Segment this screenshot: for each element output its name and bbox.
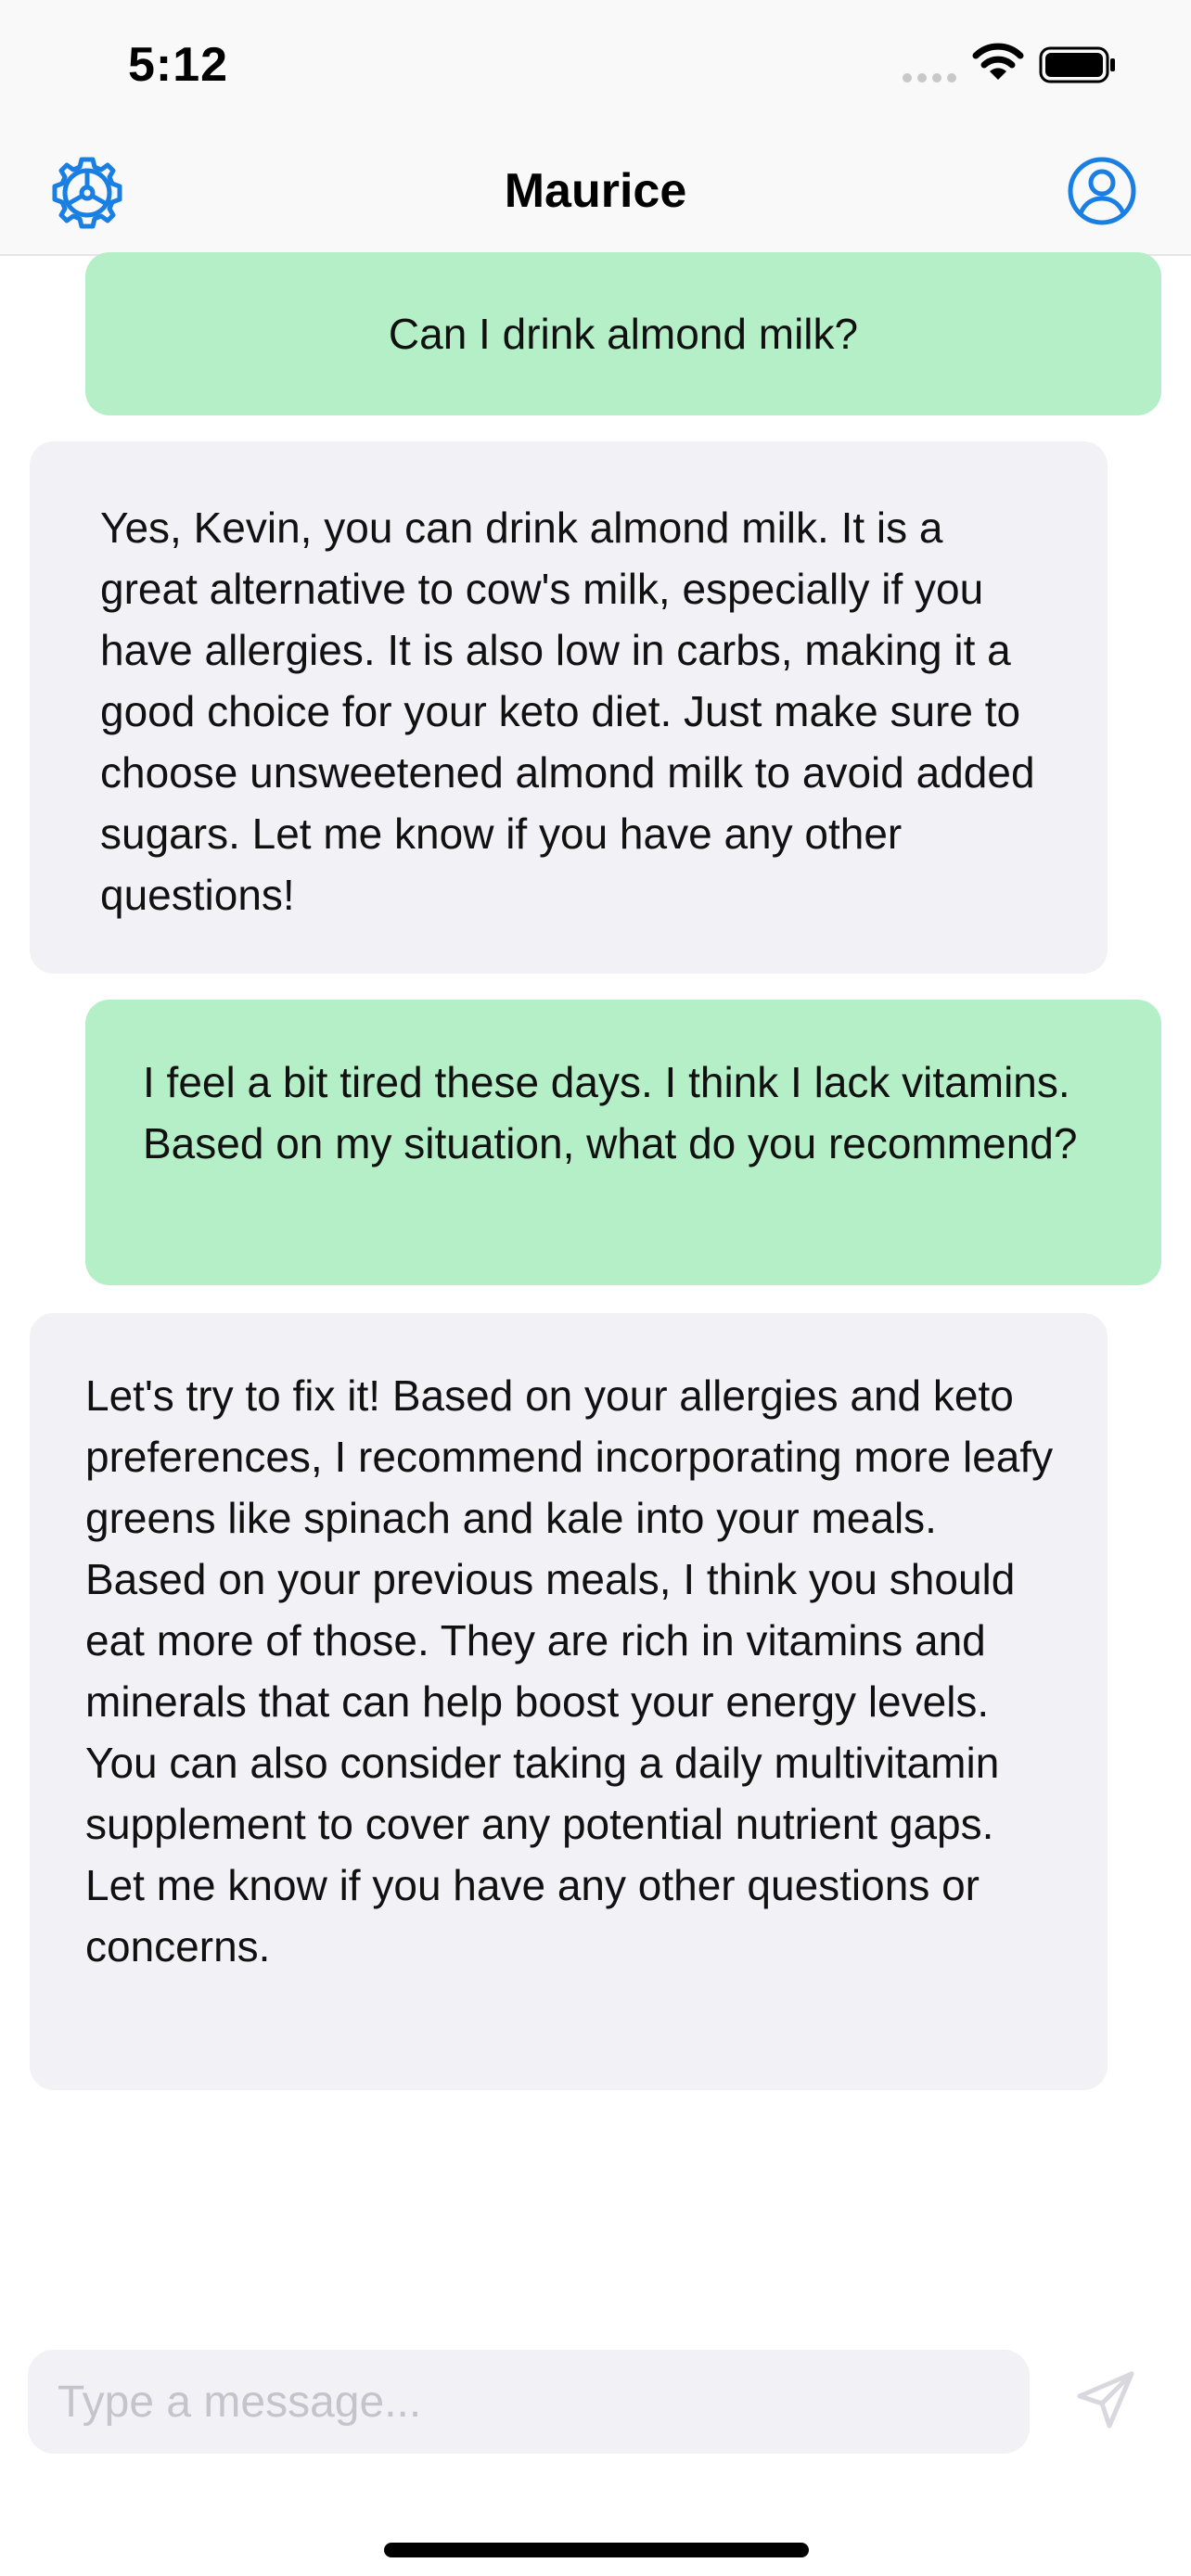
message-text: I feel a bit tired these days. I think I… — [143, 1058, 1078, 1167]
navigation-bar: Maurice — [0, 130, 1191, 256]
user-message-bubble: Can I drink almond milk? — [85, 252, 1161, 415]
status-time: 5:12 — [128, 38, 229, 92]
profile-button[interactable] — [1067, 156, 1137, 226]
message-text: Let's try to fix it! Based on your aller… — [85, 1371, 1054, 1970]
assistant-message-bubble: Yes, Kevin, you can drink almond milk. I… — [30, 441, 1108, 974]
user-message-bubble: I feel a bit tired these days. I think I… — [85, 1000, 1161, 1285]
home-indicator — [384, 2543, 809, 2557]
wifi-icon — [972, 43, 1024, 80]
cellular-signal-icon — [903, 73, 956, 83]
person-circle-icon — [1068, 157, 1136, 225]
battery-icon — [1039, 46, 1115, 83]
send-button[interactable] — [1076, 2370, 1135, 2429]
status-bar: 5:12 — [0, 0, 1191, 130]
paper-plane-icon — [1077, 2371, 1134, 2429]
message-text: Can I drink almond milk? — [388, 310, 859, 358]
assistant-message-bubble: Let's try to fix it! Based on your aller… — [30, 1313, 1108, 2090]
message-text: Yes, Kevin, you can drink almond milk. I… — [100, 504, 1035, 919]
page-title: Maurice — [504, 164, 687, 218]
message-input[interactable] — [28, 2350, 1030, 2454]
